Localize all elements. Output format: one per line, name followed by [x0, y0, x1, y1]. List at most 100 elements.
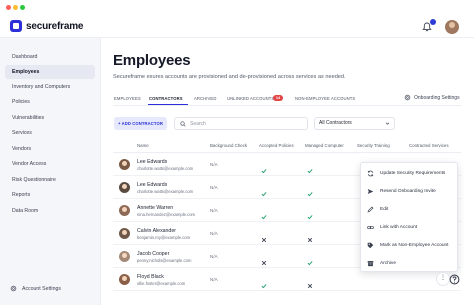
page-subtitle: Secureframe esures accounts are provisio… [113, 74, 346, 80]
menu-item-label: Archive [380, 260, 396, 266]
avatar [119, 159, 130, 170]
column-header-name[interactable]: Name [137, 143, 149, 148]
contractor-email: penny.nichols@example.com [137, 258, 192, 263]
contractor-name[interactable]: Calvin Alexander [137, 228, 176, 234]
logo-mark-icon [10, 20, 22, 32]
x-icon [261, 237, 267, 243]
column-header-accepted-policies[interactable]: Accepted Policies [259, 143, 294, 148]
x-icon [307, 237, 313, 243]
brand-logo[interactable]: secureframe [10, 19, 83, 33]
account-settings-label: Account Settings [22, 285, 61, 292]
sidebar-item-employees[interactable]: Employees [5, 65, 95, 79]
column-header-managed-computer[interactable]: Managed Computer [305, 143, 344, 148]
computer-status-icon [307, 184, 313, 197]
background-check-value: N/A [210, 162, 218, 167]
contractor-name[interactable]: Lee Edwards [137, 182, 167, 188]
sidebar-item-inventory[interactable]: Inventory and Computers [5, 80, 95, 94]
sidebar-item-risk-questionnaire[interactable]: Risk Questionnaire [5, 173, 95, 187]
tab-unlinked-accounts[interactable]: UNLINKED ACCOUNTS [227, 96, 274, 101]
tab-non-employee-accounts[interactable]: NON-EMPLOYEE ACCOUNTS [295, 96, 355, 101]
menu-item-archive[interactable]: Archive [361, 254, 459, 272]
contractor-email: ollie.foster@example.com [137, 281, 186, 286]
check-icon [261, 215, 267, 220]
contractor-email: charlotte.watts@example.com [137, 166, 194, 171]
contractor-name[interactable]: Lee Edwards [137, 159, 167, 165]
user-avatar[interactable] [445, 20, 459, 34]
tabs-divider [113, 105, 461, 106]
contractor-email: nina.hernandez@example.com [137, 212, 196, 217]
menu-item-link-with-account[interactable]: Link with Account [361, 218, 459, 236]
window-close-dot[interactable] [6, 5, 11, 10]
gear-icon [404, 94, 411, 101]
sidebar-item-dashboard[interactable]: Dashboard [5, 50, 95, 64]
column-header-security-training[interactable]: Security Training [357, 143, 390, 148]
pencil-icon [367, 206, 374, 212]
menu-item-update-security-requirements[interactable]: Update Security Requirements [361, 164, 459, 182]
x-icon [261, 260, 267, 266]
onboarding-settings-link[interactable]: Onboarding Settings [404, 94, 460, 101]
avatar [119, 205, 130, 216]
add-contractor-button[interactable]: + ADD CONTRACTOR [114, 117, 167, 130]
check-icon [307, 215, 313, 220]
policies-status-icon [261, 184, 267, 197]
column-header-contracted-services[interactable]: Contracted Services [409, 143, 449, 148]
gear-icon [10, 285, 17, 292]
help-icon[interactable] [449, 274, 460, 285]
sidebar-item-vendors[interactable]: Vendors [5, 142, 95, 156]
notification-badge [430, 19, 436, 25]
window-maximize-dot[interactable] [20, 5, 25, 10]
background-check-value: N/A [210, 254, 218, 259]
search-box [174, 117, 308, 130]
check-icon [307, 261, 313, 266]
top-bar: secureframe [0, 0, 474, 38]
menu-item-label: Resend Onboarding Invite [380, 188, 436, 194]
account-settings-link[interactable]: Account Settings [10, 285, 61, 292]
check-icon [261, 169, 267, 174]
computer-status-icon [307, 161, 313, 174]
sidebar-item-services[interactable]: Services [5, 126, 95, 140]
search-input[interactable] [190, 120, 300, 127]
logo-text: secureframe [26, 20, 84, 32]
page-title: Employees [113, 52, 191, 69]
background-check-value: N/A [210, 277, 218, 282]
avatar [119, 251, 130, 262]
contractor-name[interactable]: Jacob Cooper [137, 251, 169, 257]
menu-item-edit[interactable]: Edit [361, 200, 459, 218]
tab-archived[interactable]: ARCHIVED [194, 96, 216, 101]
policies-status-icon [261, 207, 267, 220]
archive-icon [367, 260, 374, 266]
policies-status-icon [261, 276, 267, 289]
policies-status-icon [261, 253, 267, 266]
sidebar-item-vendor-access[interactable]: Vendor Access [5, 157, 95, 171]
avatar [119, 228, 130, 239]
policies-status-icon [261, 161, 267, 174]
column-header-background-check[interactable]: Background Check [210, 143, 247, 148]
background-check-value: N/A [210, 208, 218, 213]
contractor-name[interactable]: Floyd Black [137, 274, 164, 280]
sidebar-item-policies[interactable]: Policies [5, 95, 95, 109]
unlinked-count-badge: 14 [273, 95, 283, 101]
tab-contractors[interactable]: CONTRACTORS [149, 96, 183, 101]
computer-status-icon [307, 207, 313, 220]
policies-status-icon [261, 230, 267, 243]
computer-status-icon [307, 253, 313, 266]
avatar [119, 182, 130, 193]
app-window: secureframe Dashboard Employees Inventor… [0, 0, 474, 305]
menu-item-mark-as-non-employee[interactable]: Mark as Non-Employee Account [361, 236, 459, 254]
sidebar-item-vulnerabilities[interactable]: Vulnerabilities [5, 111, 95, 125]
menu-item-resend-onboarding-invite[interactable]: Resend Onboarding Invite [361, 182, 459, 200]
menu-item-label: Edit [380, 206, 389, 212]
filter-value: All Contractors [319, 120, 352, 126]
window-minimize-dot[interactable] [13, 5, 18, 10]
tab-employees[interactable]: EMPLOYEES [114, 96, 141, 101]
background-check-value: N/A [210, 185, 218, 190]
row-more-actions-button[interactable]: ⋮ [436, 272, 450, 286]
sidebar-item-data-room[interactable]: Data Room [5, 204, 95, 218]
contractor-filter-select[interactable]: All Contractors [314, 117, 395, 130]
menu-item-label: Link with Account [380, 224, 418, 230]
menu-item-label: Update Security Requirements [380, 170, 446, 176]
contractor-name[interactable]: Annette Warren [137, 205, 173, 211]
avatar [119, 274, 130, 285]
sidebar-item-reports[interactable]: Reports [5, 188, 95, 202]
x-icon [307, 283, 313, 289]
